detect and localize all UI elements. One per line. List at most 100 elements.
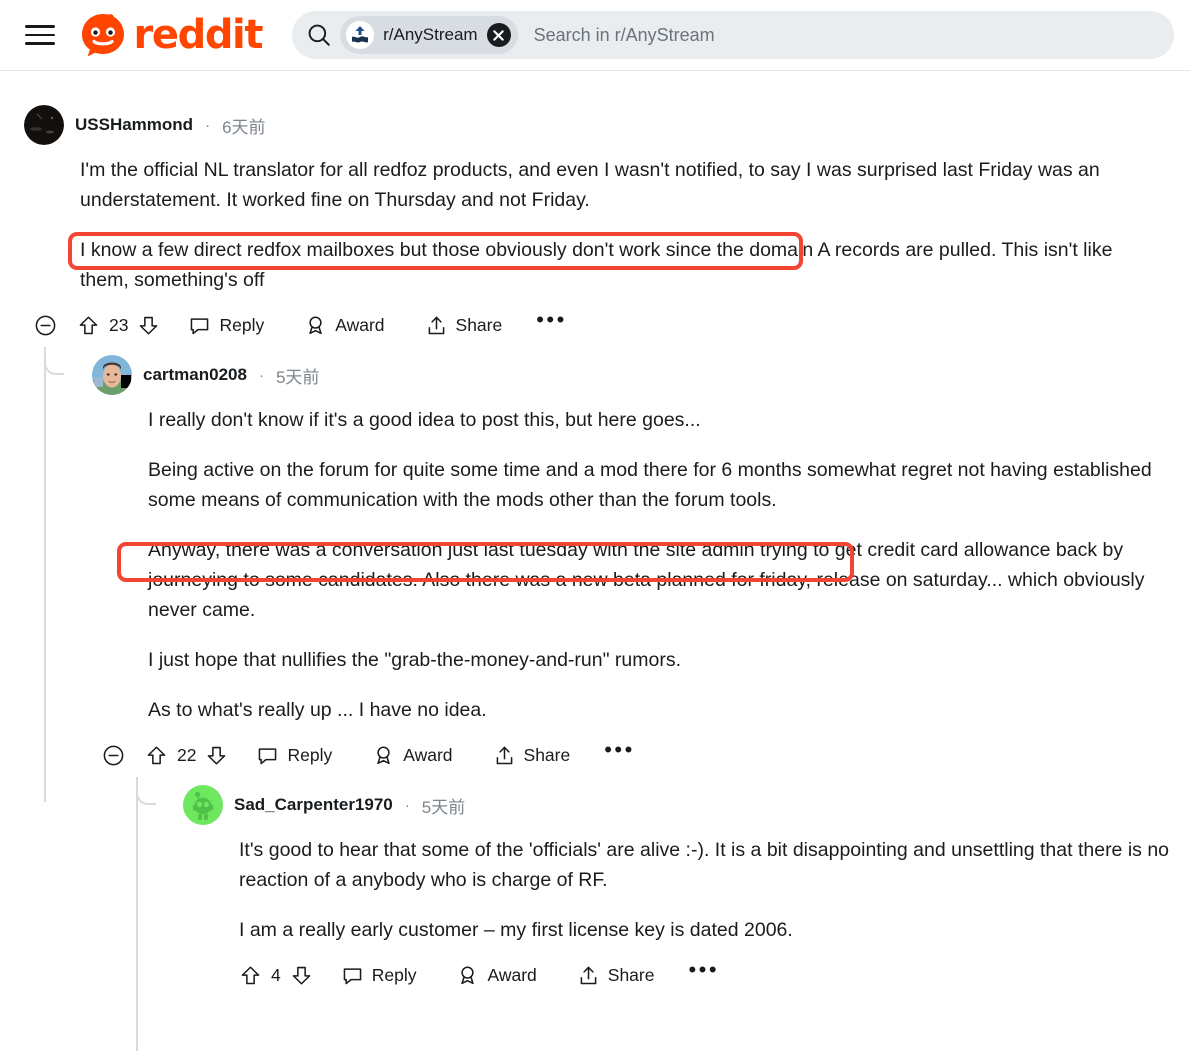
- award-button[interactable]: Award: [456, 964, 537, 987]
- downvote-button[interactable]: [290, 964, 313, 987]
- avatar-image-cartman0208: [92, 355, 132, 395]
- comment-header: USSHammond · 6天前: [24, 105, 1190, 145]
- award-button[interactable]: Award: [372, 744, 453, 767]
- comment-actions: 4 Reply Award Share •••: [239, 953, 1190, 997]
- collapse-minus-icon: [103, 745, 124, 765]
- subreddit-avatar: [346, 21, 375, 49]
- reply-button[interactable]: Reply: [188, 314, 264, 337]
- award-badge-icon: [309, 315, 322, 334]
- reply-button[interactable]: Reply: [256, 744, 332, 767]
- reddit-logo[interactable]: reddit: [79, 11, 263, 59]
- comment-author[interactable]: cartman0208: [143, 365, 247, 385]
- comment-bubble-icon: [259, 747, 277, 764]
- separator-dot: ·: [404, 796, 410, 814]
- downvote-button[interactable]: [137, 314, 160, 337]
- close-x-glyph: [493, 29, 504, 41]
- upvote-arrow-icon: [241, 965, 260, 984]
- separator-dot: ·: [205, 116, 211, 134]
- award-label: Award: [403, 744, 453, 765]
- avatar[interactable]: [24, 105, 64, 145]
- upvote-button[interactable]: [239, 964, 262, 987]
- comment-uss-hammond: USSHammond · 6天前 I'm the official NL tra…: [0, 71, 1190, 347]
- comment-timestamp: 5天前: [421, 797, 466, 817]
- share-label: Share: [455, 314, 503, 335]
- vote-score: 4: [271, 964, 281, 985]
- award-button[interactable]: Award: [304, 314, 385, 337]
- share-arrow-icon: [496, 746, 512, 764]
- close-icon[interactable]: [486, 23, 511, 47]
- collapse-button[interactable]: [34, 314, 57, 337]
- share-button[interactable]: Share: [493, 744, 571, 767]
- upvote-button[interactable]: [145, 744, 168, 767]
- thread-curve: [136, 783, 156, 805]
- award-label: Award: [335, 314, 385, 335]
- more-options-button[interactable]: •••: [688, 959, 719, 985]
- comment-paragraph: I just hope that nullifies the "grab-the…: [148, 649, 682, 671]
- award-label: Award: [487, 964, 537, 985]
- thread-line: [136, 777, 138, 1051]
- anystream-icon: [346, 21, 375, 49]
- comment-actions: 23 Reply Award Share •••: [34, 303, 1190, 347]
- avatar-image-usshammond: [24, 105, 64, 145]
- upvote-button[interactable]: [77, 314, 100, 337]
- reply-button[interactable]: Reply: [341, 964, 416, 987]
- comment-author[interactable]: Sad_Carpenter1970: [234, 795, 393, 815]
- share-arrow-icon: [580, 966, 597, 984]
- thread-curve: [44, 353, 64, 375]
- site-header: reddit r/AnyStream Search in r/AnyStream: [0, 0, 1190, 71]
- share-label: Share: [607, 964, 655, 985]
- downvote-button[interactable]: [205, 744, 228, 767]
- comment-timestamp: 5天前: [275, 367, 320, 387]
- comment-bubble-icon: [343, 967, 362, 984]
- more-options-button[interactable]: •••: [536, 309, 567, 335]
- more-options-button[interactable]: •••: [604, 739, 635, 765]
- award-badge-icon: [461, 965, 475, 984]
- comment-body: I really don't know if it's a good idea …: [92, 395, 1190, 725]
- comment-cartman0208: cartman0208 · 5天前 I really don't know if…: [44, 347, 1190, 1051]
- subreddit-filter-chip[interactable]: r/AnyStream: [340, 16, 518, 54]
- collapse-minus-icon: [35, 315, 56, 335]
- search-bar[interactable]: r/AnyStream Search in r/AnyStream: [292, 11, 1174, 59]
- vote-group: 23: [77, 314, 160, 337]
- vote-score: 23: [109, 314, 129, 335]
- menu-icon[interactable]: [23, 18, 57, 52]
- search-input-placeholder[interactable]: Search in r/AnyStream: [534, 25, 715, 46]
- vote-group: 22: [145, 744, 228, 767]
- comment-paragraph: I'm the official NL translator for all r…: [80, 159, 1100, 211]
- comment-bubble-icon: [191, 317, 209, 334]
- downvote-arrow-icon: [292, 966, 311, 985]
- comment-paragraph: Anyway, there was a conversation just la…: [148, 539, 1145, 621]
- collapse-button[interactable]: [102, 744, 125, 767]
- comment-author[interactable]: USSHammond: [75, 115, 193, 135]
- comment-thread: USSHammond · 6天前 I'm the official NL tra…: [0, 71, 1190, 1051]
- comment-paragraph: I am a really early customer – my first …: [239, 919, 793, 941]
- vote-score: 22: [177, 744, 197, 765]
- menu-bar-3: [24, 42, 55, 45]
- share-button[interactable]: Share: [577, 964, 655, 987]
- comment-body: I'm the official NL translator for all r…: [24, 145, 1190, 295]
- comment-sad-carpenter1970: Sad_Carpenter1970 · 5天前 It's good to hea…: [136, 777, 1190, 1051]
- comment-actions: 22 Reply Award Share •••: [102, 733, 1190, 777]
- share-button[interactable]: Share: [425, 314, 503, 337]
- upvote-arrow-icon: [79, 315, 98, 334]
- search-icon[interactable]: [306, 22, 332, 48]
- comment-timestamp: 6天前: [222, 117, 266, 137]
- reply-label: Reply: [287, 744, 333, 765]
- comment-body: It's good to hear that some of the 'offi…: [183, 825, 1190, 945]
- comment-paragraph: I really don't know if it's a good idea …: [148, 409, 701, 431]
- thread-line: [44, 347, 46, 802]
- avatar[interactable]: [183, 785, 223, 825]
- avatar[interactable]: [92, 355, 132, 395]
- comment-paragraph: I know a few direct redfox mailboxes but…: [80, 239, 1113, 291]
- upvote-arrow-icon: [147, 745, 166, 764]
- subreddit-chip-label: r/AnyStream: [383, 25, 478, 44]
- reddit-snoo-icon: [81, 14, 124, 57]
- vote-group: 4: [239, 964, 313, 987]
- comment-paragraph: Being active on the forum for quite some…: [148, 459, 1152, 511]
- menu-bar-1: [24, 25, 55, 28]
- logo-wordmark: reddit: [133, 12, 264, 58]
- reply-label: Reply: [219, 314, 265, 335]
- downvote-arrow-icon: [140, 316, 158, 335]
- share-label: Share: [523, 744, 571, 765]
- avatar-image-sad-carpenter1970: [183, 785, 223, 825]
